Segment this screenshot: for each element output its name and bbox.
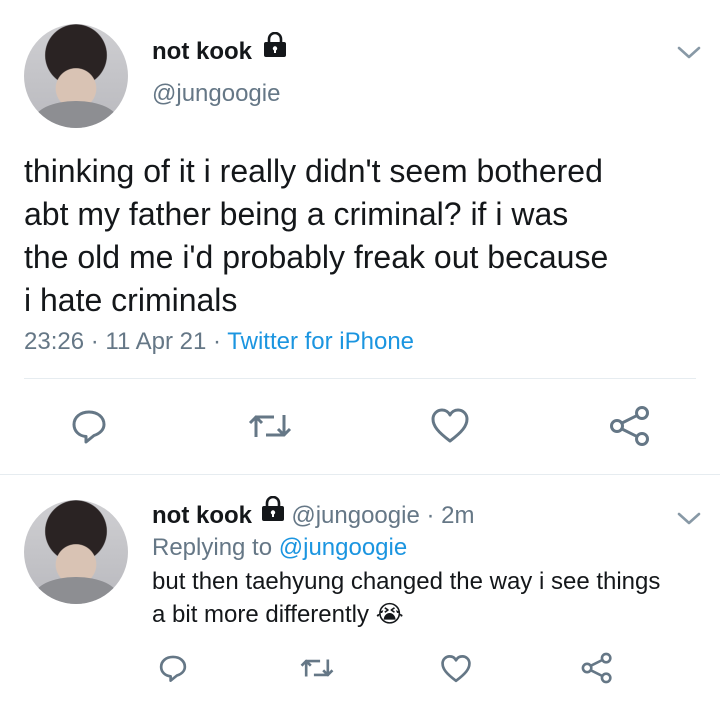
reply-display-name[interactable]: not kook xyxy=(152,502,252,529)
reply-icon[interactable] xyxy=(70,407,108,445)
tweet-source[interactable]: Twitter for iPhone xyxy=(227,328,414,355)
reply-text-line: a bit more differently xyxy=(152,601,369,628)
replying-prefix: Replying to xyxy=(152,534,273,561)
meta-separator: · xyxy=(90,328,99,355)
tweet-time: 23:26 xyxy=(24,328,85,355)
reply-text: but then taehyung changed the way i see … xyxy=(152,566,712,631)
like-icon[interactable] xyxy=(430,407,470,445)
replying-handle[interactable]: @jungoogie xyxy=(279,534,407,561)
lock-icon xyxy=(263,31,287,67)
tweet-date: 11 Apr 21 xyxy=(105,328,207,355)
lock-icon xyxy=(261,495,285,531)
avatar[interactable] xyxy=(24,24,128,128)
reply-text-line-2: a bit more differently 😭 xyxy=(152,598,712,631)
tweet-text-line: i hate criminals xyxy=(24,282,238,318)
reply-handle[interactable]: @jungoogie xyxy=(291,502,419,529)
share-icon[interactable] xyxy=(608,405,652,447)
divider xyxy=(0,474,720,475)
meta-separator: · xyxy=(213,328,222,355)
chevron-down-icon[interactable] xyxy=(676,510,702,528)
reply-text-line: but then taehyung changed the way i see … xyxy=(152,568,661,595)
reply-header: not kook @jungoogie · 2m xyxy=(152,495,475,532)
handle[interactable]: @jungoogie xyxy=(152,78,280,110)
divider xyxy=(24,378,696,379)
avatar-shirt xyxy=(34,576,118,604)
like-icon[interactable] xyxy=(440,654,472,684)
crying-emoji-icon: 😭 xyxy=(375,600,404,628)
tweet-meta: 23:26 · 11 Apr 21 · Twitter for iPhone xyxy=(24,327,414,357)
tweet-text: thinking of it i really didn't seem both… xyxy=(24,150,714,322)
retweet-icon[interactable] xyxy=(248,409,292,443)
share-icon[interactable] xyxy=(580,652,614,684)
chevron-down-icon[interactable] xyxy=(676,44,702,62)
avatar-shirt xyxy=(34,100,118,128)
reply-icon[interactable] xyxy=(158,653,188,683)
display-name[interactable]: not kook xyxy=(152,38,252,65)
reply-age: 2m xyxy=(441,502,475,529)
replying-to: Replying to @jungoogie xyxy=(152,533,407,563)
tweet-text-line: thinking of it i really didn't seem both… xyxy=(24,153,603,189)
reply-avatar[interactable] xyxy=(24,500,128,604)
retweet-icon[interactable] xyxy=(300,654,334,682)
tweet-text-line: abt my father being a criminal? if i was xyxy=(24,196,569,232)
tweet-text-line: the old me i'd probably freak out becaus… xyxy=(24,239,609,275)
display-name-row: not kook xyxy=(152,31,287,68)
meta-separator: · xyxy=(426,502,435,529)
